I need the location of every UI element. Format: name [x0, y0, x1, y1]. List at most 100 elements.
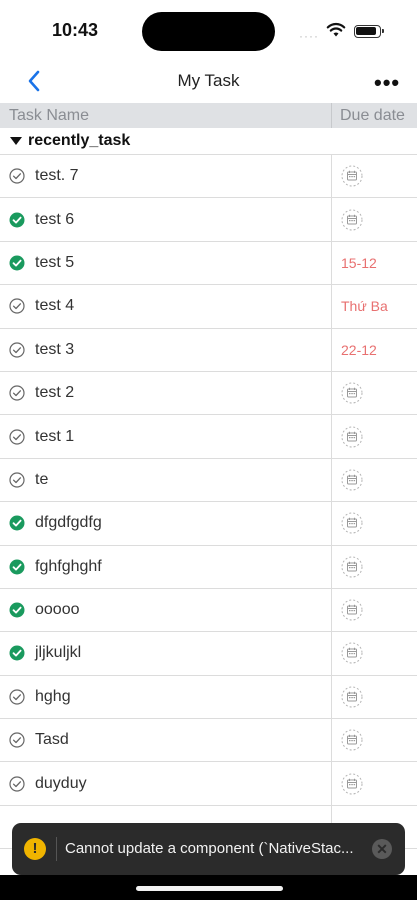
calendar-icon[interactable] [341, 469, 363, 491]
due-date-cell[interactable] [332, 632, 417, 674]
due-date-text: 15-12 [341, 254, 377, 271]
due-date-cell[interactable] [332, 676, 417, 718]
due-date-cell[interactable]: 15-12 [332, 242, 417, 284]
signal-icon: ···· [299, 29, 319, 43]
caret-down-icon [10, 137, 22, 145]
check-circle-filled-icon[interactable] [9, 515, 25, 531]
task-name-cell[interactable]: test 5 [0, 241, 332, 285]
task-label: Tasd [35, 731, 69, 749]
task-label: duyduy [35, 774, 87, 792]
check-circle-filled-icon[interactable] [9, 212, 25, 228]
check-circle-outline-icon[interactable] [9, 342, 25, 358]
calendar-icon[interactable] [341, 773, 363, 795]
calendar-icon[interactable] [341, 642, 363, 664]
battery-icon [354, 25, 384, 38]
calendar-icon[interactable] [341, 686, 363, 708]
home-indicator[interactable] [136, 886, 283, 891]
table-row[interactable]: test 6 [0, 198, 417, 242]
calendar-icon[interactable] [341, 556, 363, 578]
due-date-cell[interactable] [332, 546, 417, 588]
task-label: test 2 [35, 384, 75, 402]
due-date-cell[interactable] [332, 502, 417, 544]
task-name-cell[interactable]: fghfghghf [0, 545, 332, 588]
task-label: ooooo [35, 601, 80, 619]
check-circle-filled-icon[interactable] [9, 602, 25, 618]
due-date-cell[interactable] [332, 415, 417, 457]
due-date-cell[interactable] [332, 155, 417, 197]
calendar-icon[interactable] [341, 382, 363, 404]
table-row[interactable]: test 2 [0, 371, 417, 416]
due-date-cell[interactable] [332, 459, 417, 501]
more-options-button[interactable]: ••• [374, 70, 400, 96]
group-header[interactable]: recently_task [0, 128, 417, 155]
check-circle-filled-icon[interactable] [9, 645, 25, 661]
due-date-cell[interactable] [332, 198, 417, 240]
task-name-cell[interactable]: Tasd [0, 719, 332, 762]
check-circle-outline-icon[interactable] [9, 776, 25, 792]
table-row[interactable]: hghg [0, 675, 417, 720]
check-circle-outline-icon[interactable] [9, 732, 25, 748]
task-name-cell[interactable]: test 2 [0, 371, 332, 415]
calendar-icon[interactable] [341, 729, 363, 751]
check-circle-filled-icon[interactable] [9, 559, 25, 575]
calendar-icon[interactable] [341, 209, 363, 231]
page-title: My Task [177, 71, 240, 90]
task-label: fghfghghf [35, 557, 102, 575]
table-row[interactable]: fghfghghf [0, 545, 417, 589]
task-name-cell[interactable]: dfgdfgdfg [0, 502, 332, 545]
close-icon[interactable]: ✕ [372, 839, 392, 859]
task-name-cell[interactable]: ooooo [0, 588, 332, 632]
home-area [0, 875, 417, 900]
column-header-due-date[interactable]: Due date [332, 103, 405, 128]
calendar-icon[interactable] [341, 599, 363, 621]
table-row[interactable]: te [0, 458, 417, 503]
task-name-cell[interactable]: test 4 [0, 285, 332, 328]
toast-message: Cannot update a component (`NativeStac..… [65, 840, 354, 857]
task-label: jljkuljkl [35, 644, 82, 662]
status-time: 10:43 [52, 20, 99, 40]
table-row[interactable]: test 4 Thứ Ba [0, 285, 417, 329]
due-date-cell[interactable]: 22-12 [332, 329, 417, 371]
calendar-icon[interactable] [341, 512, 363, 534]
table-row[interactable]: duyduy [0, 762, 417, 806]
column-header-task-name[interactable]: Task Name [0, 103, 332, 128]
calendar-icon[interactable] [341, 426, 363, 448]
due-date-cell[interactable] [332, 372, 417, 414]
table-row[interactable]: test 1 [0, 415, 417, 459]
task-name-cell[interactable]: test 1 [0, 415, 332, 458]
due-date-cell[interactable] [332, 719, 417, 761]
calendar-icon[interactable] [341, 165, 363, 187]
check-circle-outline-icon[interactable] [9, 385, 25, 401]
task-list: test. 7 test 6 test 5 15-12 test 4 Thứ Ba test… [0, 155, 417, 850]
due-date-cell[interactable] [332, 589, 417, 631]
task-name-cell[interactable]: te [0, 458, 332, 502]
task-label: hghg [35, 687, 71, 705]
task-label: test 3 [35, 340, 75, 358]
task-name-cell[interactable]: jljkuljkl [0, 632, 332, 675]
check-circle-outline-icon[interactable] [9, 689, 25, 705]
check-circle-outline-icon[interactable] [9, 472, 25, 488]
check-circle-outline-icon[interactable] [9, 298, 25, 314]
task-name-cell[interactable]: test 6 [0, 198, 332, 241]
task-name-cell[interactable]: test. 7 [0, 155, 332, 198]
task-name-cell[interactable]: duyduy [0, 762, 332, 805]
error-toast[interactable]: ! Cannot update a component (`NativeStac… [12, 823, 405, 875]
toast-divider [56, 837, 57, 861]
check-circle-outline-icon[interactable] [9, 428, 25, 445]
task-name-cell[interactable]: hghg [0, 675, 332, 719]
due-date-cell[interactable]: Thứ Ba [332, 285, 417, 327]
table-row[interactable]: Tasd [0, 719, 417, 763]
table-row[interactable]: test 5 15-12 [0, 241, 417, 286]
table-row[interactable]: jljkuljkl [0, 632, 417, 676]
table-row[interactable]: test. 7 [0, 155, 417, 199]
navigation-bar: My Task ••• [0, 60, 417, 102]
dynamic-island [142, 12, 275, 51]
task-name-cell[interactable]: test 3 [0, 328, 332, 371]
check-circle-filled-icon[interactable] [9, 255, 25, 271]
table-row[interactable]: dfgdfgdfg [0, 502, 417, 546]
task-label: test. 7 [35, 167, 79, 185]
table-row[interactable]: test 3 22-12 [0, 328, 417, 372]
table-row[interactable]: ooooo [0, 588, 417, 633]
check-circle-outline-icon[interactable] [9, 168, 25, 184]
due-date-cell[interactable] [332, 762, 417, 804]
